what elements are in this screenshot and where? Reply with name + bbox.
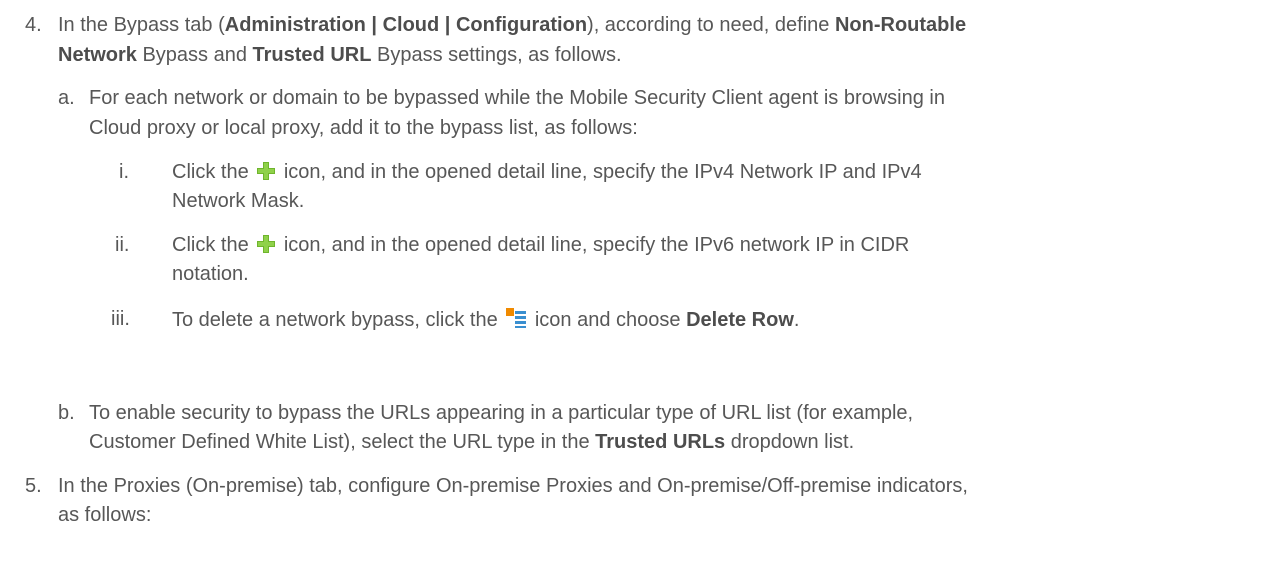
step-letter: b. bbox=[58, 402, 75, 424]
step-5-line-1: In the Proxies (On-premise) tab, configu… bbox=[58, 475, 968, 497]
step-roman: i. bbox=[119, 161, 129, 183]
step-4-line-1: In the Bypass tab (Administration | Clou… bbox=[58, 14, 967, 36]
step-4ai-line-1: Click the icon, and in the opened detail… bbox=[172, 160, 922, 187]
step-4aii-line-1: Click the icon, and in the opened detail… bbox=[172, 233, 909, 260]
step-4aiii-line-1: To delete a network bypass, click the ic… bbox=[172, 307, 799, 335]
plus-icon bbox=[256, 161, 276, 187]
row-menu-icon bbox=[505, 307, 527, 335]
step-4ai-line-2: Network Mask. bbox=[172, 190, 305, 212]
step-4-line-2: Network Bypass and Trusted URL Bypass se… bbox=[58, 44, 622, 66]
step-roman: iii. bbox=[111, 308, 130, 330]
step-roman: ii. bbox=[115, 234, 130, 256]
step-number: 5. bbox=[25, 475, 42, 497]
step-4aii-line-2: notation. bbox=[172, 263, 249, 285]
step-number: 4. bbox=[25, 14, 42, 36]
step-4b-line-2: Customer Defined White List), select the… bbox=[89, 431, 855, 453]
step-4b-line-1: To enable security to bypass the URLs ap… bbox=[89, 402, 914, 424]
plus-icon bbox=[256, 234, 276, 260]
step-4a-line-2: Cloud proxy or local proxy, add it to th… bbox=[89, 117, 638, 139]
step-letter: a. bbox=[58, 87, 75, 109]
step-5-line-2: as follows: bbox=[58, 504, 152, 526]
step-4a-line-1: For each network or domain to be bypasse… bbox=[89, 87, 945, 109]
